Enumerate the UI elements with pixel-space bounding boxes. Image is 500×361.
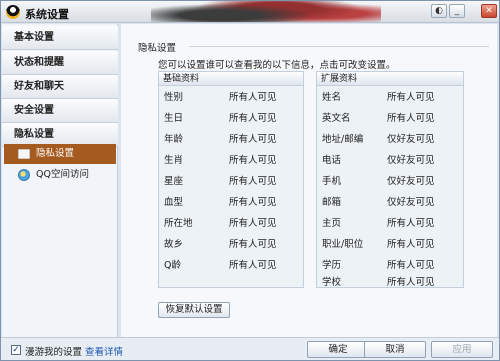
section-title: 隐私设置 [138,43,177,54]
privacy-row[interactable]: 星座 所有人可见 [159,171,303,192]
field-label: 英文名 [322,113,351,124]
field-label: 学校 [322,277,342,288]
privacy-row[interactable]: 性别 所有人可见 [159,87,303,108]
field-label: 职业/职位 [322,239,364,250]
minimize-button[interactable]: _ [449,4,465,18]
field-label: 姓名 [322,92,342,103]
field-label: 性别 [164,92,184,103]
visibility-value[interactable]: 仅好友可见 [387,129,435,150]
field-label: 生肖 [164,155,184,166]
visibility-value[interactable]: 所有人可见 [387,272,435,293]
settings-window: 系统设置 ◐ _ ▢ ✕ 基本设置 状态和提醒 好友和聊天 安全设置 隐私设置 … [0,0,500,361]
qzone-icon [18,169,30,181]
privacy-panel: 隐私设置 您可以设置谁可以查看我的以下信息，点击可改变设置。 基础资料 性别所有… [121,24,497,337]
qq-penguin-icon [6,5,20,19]
field-label: 故乡 [164,239,184,250]
sidebar-category-security[interactable]: 安全设置 [2,99,118,123]
field-label: 邮箱 [322,197,342,208]
privacy-row[interactable]: 血型 所有人可见 [159,192,303,213]
privacy-row[interactable]: 生日 所有人可见 [159,108,303,129]
sidebar-item-label: 隐私设置 [36,148,75,159]
sidebar-item-qzone-access[interactable]: QQ空间访问 [4,165,116,185]
visibility-value[interactable]: 仅好友可见 [387,150,435,171]
privacy-row[interactable]: Q龄 所有人可见 [159,255,303,276]
privacy-row[interactable]: 年龄 所有人可见 [159,129,303,150]
privacy-row[interactable]: 故乡 所有人可见 [159,234,303,255]
field-label: 手机 [322,176,342,187]
field-label: Q龄 [164,260,181,271]
extended-info-group: 扩展资料 姓名 所有人可见 英文名 所有人可见 地址/邮编 仅好友可见 电话 仅好友可见… [316,71,464,288]
visibility-value[interactable]: 所有人可见 [229,192,277,213]
privacy-row[interactable]: 姓名 所有人可见 [317,87,463,108]
sidebar-category-status[interactable]: 状态和提醒 [2,51,118,75]
folder-icon [18,149,30,159]
visibility-value[interactable]: 所有人可见 [387,87,435,108]
window-title: 系统设置 [25,8,69,21]
field-label: 星座 [164,176,184,187]
group-header: 基础资料 [159,72,303,86]
field-label: 血型 [164,197,184,208]
privacy-row[interactable]: 地址/邮编 仅好友可见 [317,129,463,150]
visibility-value[interactable]: 所有人可见 [387,234,435,255]
field-label: 年龄 [164,134,184,145]
privacy-row[interactable]: 邮箱 仅好友可见 [317,192,463,213]
settings-sidebar: 基本设置 状态和提醒 好友和聊天 安全设置 隐私设置 隐私设置 QQ空间访问 [2,24,118,337]
apply-button[interactable]: 应用 [431,341,493,358]
privacy-row[interactable]: 学校 所有人可见 [317,272,463,293]
field-label: 地址/邮编 [322,134,364,145]
title-bar[interactable]: 系统设置 ◐ _ ▢ ✕ [1,1,499,23]
visibility-value[interactable]: 所有人可见 [387,213,435,234]
footer-bar: ✓ 漫游我的设置 查看详情 确定 取消 应用 [1,337,499,360]
visibility-value[interactable]: 仅好友可见 [387,171,435,192]
sidebar-item-privacy-settings[interactable]: 隐私设置 [4,144,116,164]
visibility-value[interactable]: 所有人可见 [229,213,277,234]
privacy-row[interactable]: 手机 仅好友可见 [317,171,463,192]
section-description: 您可以设置谁可以查看我的以下信息，点击可改变设置。 [158,60,396,71]
privacy-row[interactable]: 主页 所有人可见 [317,213,463,234]
visibility-value[interactable]: 所有人可见 [229,150,277,171]
restore-defaults-button[interactable]: 恢复默认设置 [158,302,230,318]
close-button[interactable]: ✕ [481,4,497,18]
field-label: 主页 [322,218,342,229]
sidebar-category-basic[interactable]: 基本设置 [2,26,118,50]
visibility-value[interactable]: 所有人可见 [229,171,277,192]
visibility-value[interactable]: 所有人可见 [229,108,277,129]
field-label: 所在地 [164,218,193,229]
view-details-link[interactable]: 查看详情 [85,344,123,358]
group-header: 扩展资料 [317,72,463,86]
visibility-value[interactable]: 所有人可见 [229,87,277,108]
basic-info-group: 基础资料 性别 所有人可见 生日 所有人可见 年龄 所有人可见 生肖 所有人可见 星座所… [158,71,304,288]
visibility-value[interactable]: 所有人可见 [229,129,277,150]
field-label: 生日 [164,113,184,124]
visibility-value[interactable]: 所有人可见 [229,255,277,276]
privacy-row[interactable]: 生肖 所有人可见 [159,150,303,171]
privacy-row[interactable]: 电话 仅好友可见 [317,150,463,171]
visibility-value[interactable]: 所有人可见 [387,108,435,129]
ok-button[interactable]: 确定 [307,341,369,358]
visibility-value[interactable]: 所有人可见 [229,234,277,255]
cancel-button[interactable]: 取消 [364,341,426,358]
privacy-row[interactable]: 英文名 所有人可见 [317,108,463,129]
privacy-row[interactable]: 所在地 所有人可见 [159,213,303,234]
skin-button[interactable]: ◐ [431,4,447,18]
privacy-row[interactable]: 职业/职位 所有人可见 [317,234,463,255]
section-divider [189,46,489,47]
title-bar-decoration [151,1,381,22]
roam-settings-checkbox[interactable]: ✓ [11,345,21,355]
sidebar-item-label: QQ空间访问 [36,169,89,180]
field-label: 电话 [322,155,342,166]
roam-settings-label[interactable]: 漫游我的设置 [25,344,82,358]
sidebar-category-friends-chat[interactable]: 好友和聊天 [2,75,118,99]
visibility-value[interactable]: 仅好友可见 [387,192,435,213]
